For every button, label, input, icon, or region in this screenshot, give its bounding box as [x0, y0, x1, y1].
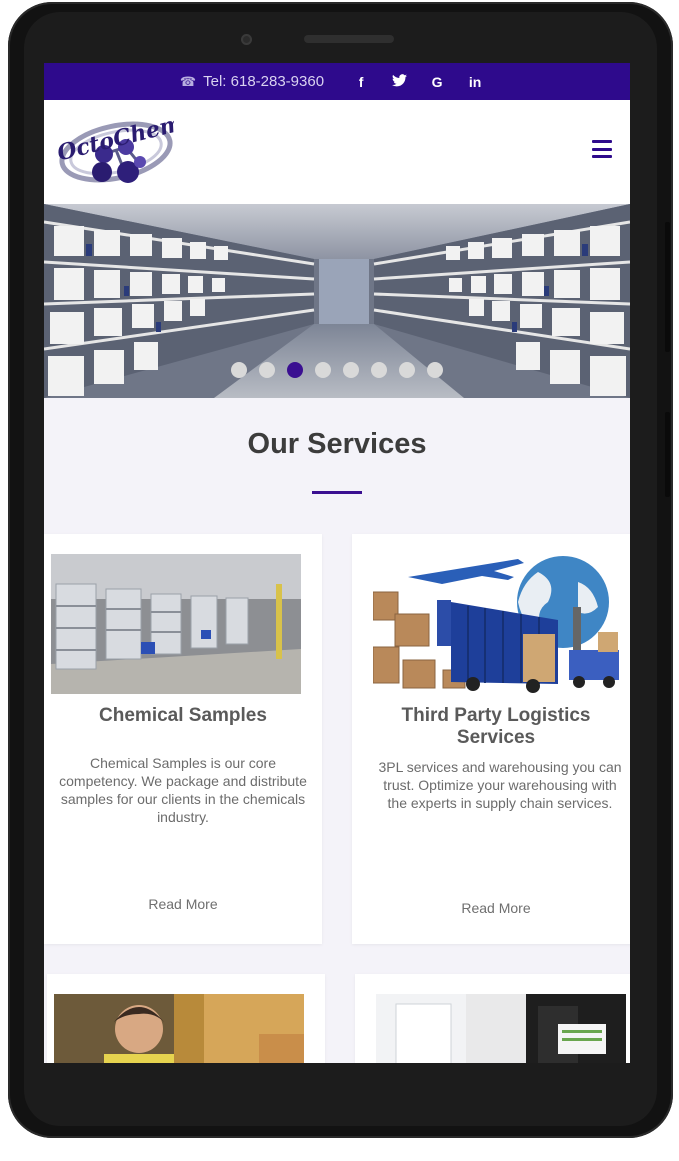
- logistics-image: [372, 552, 628, 694]
- services-heading: Our Services: [247, 428, 427, 460]
- service-card-chemical-samples: Chemical Samples Chemical Samples is our…: [44, 534, 322, 944]
- read-more-link[interactable]: Read More: [372, 900, 620, 916]
- speaker-grille: [304, 35, 394, 43]
- slider-dot[interactable]: [371, 362, 387, 378]
- slider-dot[interactable]: [427, 362, 443, 378]
- menu-toggle-icon[interactable]: [592, 140, 612, 158]
- card-title: Third Party Logistics Services: [401, 705, 591, 748]
- heading-divider: [312, 491, 362, 494]
- tablet-frame: ☎ Tel: 618-283-9360 f G in OctoChem Our …: [8, 2, 673, 1138]
- google-icon[interactable]: G: [418, 74, 456, 90]
- slider-dot[interactable]: [259, 362, 275, 378]
- volume-button: [665, 222, 670, 352]
- slider-dot[interactable]: [315, 362, 331, 378]
- power-button: [665, 412, 670, 497]
- service-card-logistics: Third Party Logistics Services 3PL servi…: [352, 534, 630, 944]
- browser-screen: ☎ Tel: 618-283-9360 f G in OctoChem Our …: [44, 63, 630, 1063]
- service-card-partial-left: [47, 974, 325, 1063]
- phone-contact[interactable]: ☎ Tel: 618-283-9360: [180, 73, 324, 90]
- facebook-icon[interactable]: f: [342, 74, 380, 90]
- octochem-logo[interactable]: OctoChem: [54, 110, 185, 190]
- front-camera: [241, 34, 252, 45]
- hero-slider: [44, 204, 630, 398]
- chemical-samples-image: [51, 554, 301, 694]
- linkedin-icon[interactable]: in: [456, 74, 494, 90]
- slider-dot[interactable]: [343, 362, 359, 378]
- card-title: Chemical Samples: [99, 705, 267, 726]
- slider-dots: [44, 362, 630, 378]
- phone-number: Tel: 618-283-9360: [203, 73, 325, 90]
- card-description: Chemical Samples is our core competency.…: [59, 755, 307, 825]
- slider-dot[interactable]: [287, 362, 303, 378]
- site-header: OctoChem: [44, 100, 630, 204]
- social-links: f G in: [342, 74, 494, 90]
- card-description: 3PL services and warehousing you can tru…: [378, 759, 622, 811]
- slider-dot[interactable]: [231, 362, 247, 378]
- logo-text: OctoChem: [55, 110, 174, 166]
- sample-kit-image: [376, 994, 626, 1063]
- top-contact-bar: ☎ Tel: 618-283-9360 f G in: [44, 63, 630, 100]
- slider-dot[interactable]: [399, 362, 415, 378]
- read-more-link[interactable]: Read More: [44, 896, 322, 912]
- service-card-partial-right: [355, 974, 630, 1063]
- phone-icon: ☎: [179, 73, 197, 89]
- twitter-icon[interactable]: [380, 73, 418, 90]
- warehouse-worker-image: [54, 994, 304, 1063]
